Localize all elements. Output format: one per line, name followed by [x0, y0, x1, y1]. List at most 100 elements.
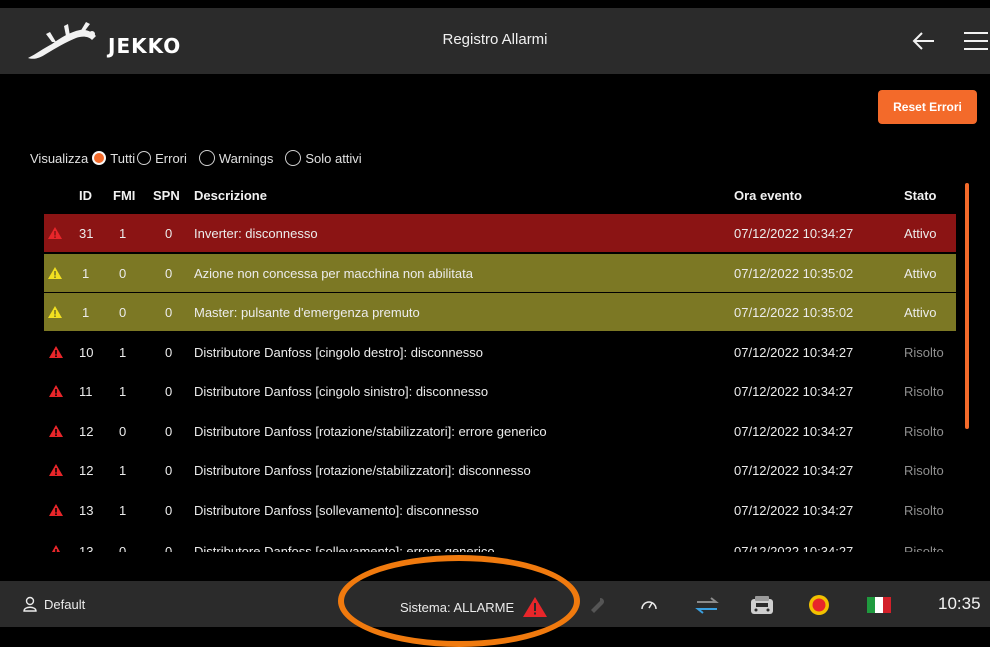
cell-state: Risolto	[904, 463, 944, 478]
scrollbar[interactable]	[965, 183, 969, 429]
back-button[interactable]	[910, 28, 938, 54]
cell-state: Attivo	[904, 266, 937, 281]
cell-id: 31	[79, 226, 94, 241]
cell-description: Azione non concessa per macchina non abi…	[194, 266, 473, 281]
cell-fmi: 1	[119, 463, 127, 478]
cell-description: Distributore Danfoss [sollevamento]: err…	[194, 544, 495, 552]
filter-option-label: Tutti	[110, 150, 136, 166]
alarm-triangle-icon	[49, 385, 63, 397]
cell-description: Distributore Danfoss [rotazione/stabiliz…	[194, 463, 531, 478]
cell-fmi: 1	[119, 345, 127, 360]
cell-id: 1	[82, 305, 90, 320]
table-row[interactable]: 12 0 0 Distributore Danfoss [rotazione/s…	[44, 412, 956, 450]
transfer-arrows-icon	[695, 597, 719, 614]
filter-option-label: Errori	[155, 150, 187, 166]
emergency-stop-icon	[809, 595, 829, 615]
cell-id: 1	[82, 266, 90, 281]
cell-event-time: 07/12/2022 10:34:27	[734, 503, 854, 518]
cell-event-time: 07/12/2022 10:34:27	[734, 345, 854, 360]
alarm-triangle-icon	[51, 545, 61, 552]
cell-spn: 0	[165, 226, 173, 241]
cell-description: Distributore Danfoss [sollevamento]: dis…	[194, 503, 479, 518]
filter-option-solo-attivi[interactable]: Solo attivi	[285, 150, 362, 166]
cell-event-time: 07/12/2022 10:35:02	[734, 266, 854, 281]
table-row[interactable]: 1 0 0 Master: pulsante d'emergenza premu…	[44, 293, 956, 331]
table-header: ID FMI SPN Descrizione Ora evento Stato	[44, 184, 956, 208]
column-header-description[interactable]: Descrizione	[194, 188, 267, 203]
filter-option-label: Warnings	[218, 150, 274, 166]
table-row[interactable]: 10 1 0 Distributore Danfoss [cingolo des…	[44, 333, 956, 371]
alarm-list[interactable]: 31 1 0 Inverter: disconnesso 07/12/2022 …	[44, 214, 956, 552]
user-indicator[interactable]: Default	[22, 596, 85, 612]
alarm-triangle-icon	[49, 346, 63, 358]
cell-fmi: 1	[119, 226, 127, 241]
page-title: Registro Allarmi	[442, 31, 548, 48]
cell-fmi: 0	[119, 544, 127, 552]
cell-state: Attivo	[904, 305, 937, 320]
filter-option-errori[interactable]: Errori	[137, 151, 187, 166]
cell-state: Risolto	[904, 503, 944, 518]
filter-bar: Visualizza Tutti Errori Warnings Solo at…	[30, 148, 374, 168]
column-header-spn[interactable]: SPN	[153, 188, 180, 203]
cell-id: 12	[79, 424, 94, 439]
italy-flag-icon[interactable]	[866, 594, 892, 616]
radio-checked[interactable]	[92, 151, 107, 165]
cell-id: 11	[79, 384, 93, 399]
alarm-triangle-icon	[49, 504, 63, 516]
cell-fmi: 0	[119, 266, 127, 281]
alarm-triangle-icon	[49, 464, 63, 476]
cell-description: Distributore Danfoss [cingolo destro]: d…	[194, 345, 484, 360]
reset-errors-button[interactable]: Reset Errori	[878, 90, 977, 124]
user-name: Default	[44, 596, 86, 612]
cell-spn: 0	[165, 345, 173, 360]
table-row[interactable]: 1 0 0 Azione non concessa per macchina n…	[44, 254, 956, 292]
cell-fmi: 0	[119, 305, 127, 320]
cell-state: Attivo	[904, 226, 937, 241]
cell-fmi: 1	[119, 384, 127, 399]
column-header-id[interactable]: ID	[79, 188, 92, 203]
clock: 10:35	[938, 594, 981, 613]
cell-fmi: 0	[119, 424, 127, 439]
table-row[interactable]: 12 1 0 Distributore Danfoss [rotazione/s…	[44, 451, 956, 489]
user-icon	[23, 596, 37, 612]
filter-option-warnings[interactable]: Warnings	[198, 150, 274, 166]
menu-icon	[964, 32, 988, 50]
radio-unchecked[interactable]	[198, 150, 215, 166]
cell-event-time: 07/12/2022 10:34:27	[734, 226, 854, 241]
filter-label: Visualizza	[30, 150, 89, 166]
column-header-state[interactable]: Stato	[904, 188, 937, 203]
cell-event-time: 07/12/2022 10:34:27	[734, 544, 854, 552]
cell-description: Inverter: disconnesso	[194, 226, 318, 241]
alarm-triangle-icon	[49, 425, 63, 437]
menu-button[interactable]	[962, 28, 990, 54]
radio-unchecked[interactable]	[285, 150, 302, 166]
filter-option-tutti[interactable]: Tutti	[92, 151, 135, 166]
cell-id: 13	[79, 503, 94, 518]
cell-fmi: 1	[119, 503, 127, 518]
column-header-fmi[interactable]: FMI	[113, 188, 135, 203]
radio-unchecked[interactable]	[137, 151, 152, 165]
warning-triangle-icon	[48, 306, 62, 318]
cell-state: Risolto	[904, 544, 944, 552]
cell-id: 12	[79, 463, 94, 478]
cell-spn: 0	[165, 266, 173, 281]
cell-event-time: 07/12/2022 10:34:27	[734, 384, 854, 399]
cell-id: 10	[79, 345, 94, 360]
cell-spn: 0	[165, 544, 173, 552]
column-header-event-time[interactable]: Ora evento	[734, 188, 802, 203]
table-row[interactable]: 13 1 0 Distributore Danfoss [sollevament…	[44, 491, 956, 529]
table-row[interactable]: 11 1 0 Distributore Danfoss [cingolo sin…	[44, 372, 956, 410]
table-row[interactable]: 31 1 0 Inverter: disconnesso 07/12/2022 …	[44, 214, 956, 252]
back-arrow-icon	[912, 32, 934, 50]
table-row[interactable]: 13 0 0 Distributore Danfoss [sollevament…	[44, 532, 956, 552]
cell-description: Distributore Danfoss [rotazione/stabiliz…	[194, 424, 547, 439]
cell-spn: 0	[165, 503, 173, 518]
tool-icon	[591, 598, 604, 613]
cell-event-time: 07/12/2022 10:34:27	[734, 424, 854, 439]
alarm-triangle-icon	[48, 227, 62, 239]
cell-id: 13	[79, 544, 94, 552]
cell-state: Risolto	[904, 384, 944, 399]
gauge-icon	[641, 601, 657, 610]
cell-description: Distributore Danfoss [cingolo sinistro]:…	[194, 384, 489, 399]
cell-description: Master: pulsante d'emergenza premuto	[194, 305, 420, 320]
